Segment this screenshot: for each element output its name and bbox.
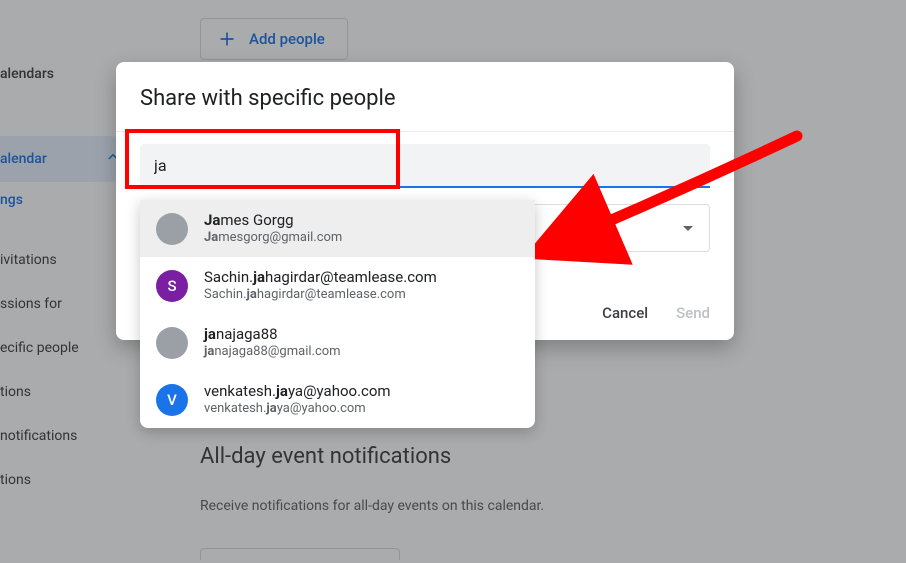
avatar-letter: S xyxy=(156,270,188,302)
avatar-letter: V xyxy=(156,384,188,416)
autocomplete-text: venkatesh.jaya@yahoo.comvenkatesh.jaya@y… xyxy=(204,382,391,417)
autocomplete-dropdown: James GorggJamesgorg@gmail.com S Sachin.ja… xyxy=(140,200,535,428)
dialog-title: Share with specific people xyxy=(116,86,734,131)
autocomplete-item[interactable]: Vvenkatesh.jaya@yahoo.comvenkatesh.jaya@… xyxy=(140,371,535,428)
suggestion-name: venkatesh.jaya@yahoo.com xyxy=(204,382,391,401)
suggestion-email: janajaga88@gmail.com xyxy=(204,344,341,360)
avatar-photo xyxy=(156,327,188,359)
autocomplete-item[interactable]: James GorggJamesgorg@gmail.com xyxy=(140,200,535,257)
people-search-input[interactable] xyxy=(140,144,710,188)
avatar-photo xyxy=(156,213,188,245)
autocomplete-text: Sachin.jahagirdar@teamlease.comSachin.ja… xyxy=(204,268,437,303)
autocomplete-text: James GorggJamesgorg@gmail.com xyxy=(204,211,342,246)
send-button[interactable]: Send xyxy=(676,304,710,322)
suggestion-name: James Gorgg xyxy=(204,211,342,230)
chevron-down-icon xyxy=(683,226,693,231)
suggestion-email: Sachin.jahagirdar@teamlease.com xyxy=(204,287,437,303)
suggestion-name: Sachin.jahagirdar@teamlease.com xyxy=(204,268,437,287)
autocomplete-item[interactable]: janajaga88janajaga88@gmail.com xyxy=(140,314,535,371)
autocomplete-item[interactable]: S Sachin.jahagirdar@teamlease.comSachin.j… xyxy=(140,257,535,314)
suggestion-email: Jamesgorg@gmail.com xyxy=(204,230,342,246)
suggestion-name: janajaga88 xyxy=(204,325,341,344)
autocomplete-text: janajaga88janajaga88@gmail.com xyxy=(204,325,341,360)
suggestion-email: venkatesh.jaya@yahoo.com xyxy=(204,401,391,417)
cancel-button[interactable]: Cancel xyxy=(602,304,648,322)
